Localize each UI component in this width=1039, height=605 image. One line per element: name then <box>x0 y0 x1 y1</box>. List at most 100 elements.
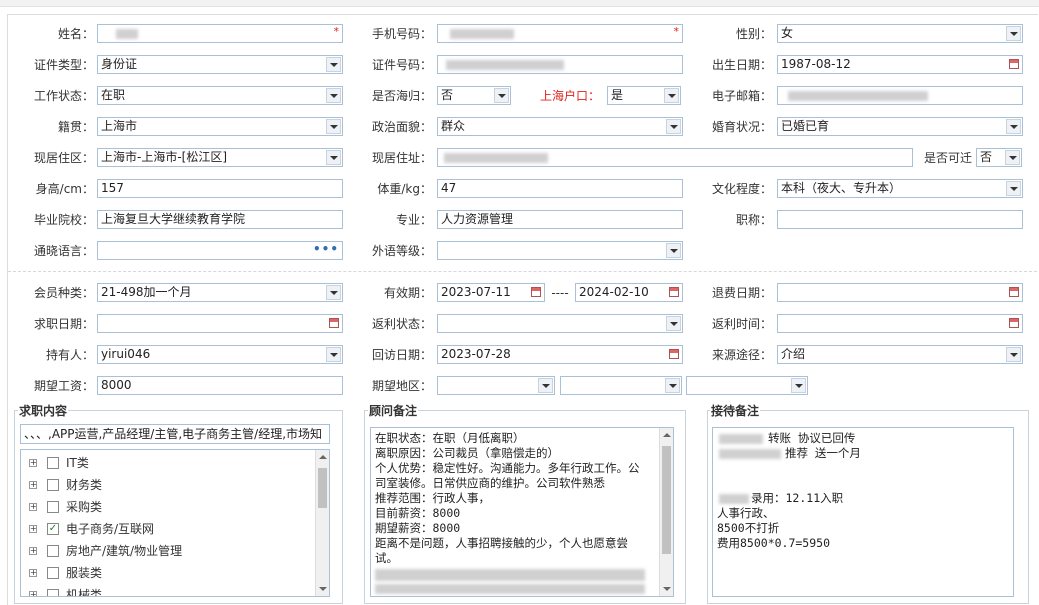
job-date-label: 求职日期： <box>33 317 94 331</box>
rebate-status-select[interactable] <box>437 314 683 333</box>
chevron-down-icon[interactable] <box>538 378 553 393</box>
expand-icon[interactable]: + <box>29 591 37 596</box>
name-input[interactable]: * <box>97 24 343 43</box>
region-city-select[interactable] <box>560 376 682 395</box>
calendar-icon[interactable] <box>669 287 679 297</box>
school-input[interactable]: 上海复旦大学继续教育学院 <box>97 210 343 229</box>
job-content-title: 求职内容 <box>18 404 69 418</box>
native-select[interactable]: 上海市 <box>97 117 343 136</box>
source-select[interactable]: 介绍 <box>777 345 1023 364</box>
expand-icon[interactable]: + <box>29 525 37 533</box>
chevron-down-icon[interactable] <box>664 88 679 103</box>
height-input[interactable]: 157 <box>97 179 343 198</box>
job-date-input[interactable] <box>97 314 343 333</box>
job-summary-field[interactable]: 、、、,APP运营,产品经理/主管,电子商务主管/经理,市场知 <box>20 424 330 444</box>
relocate-select[interactable]: 否 <box>976 148 1022 167</box>
note-line: 个人优势：稳定性好。沟通能力。多年行政工作。公 <box>375 461 640 475</box>
foreign-level-select[interactable] <box>437 241 683 260</box>
calendar-icon[interactable] <box>531 287 541 297</box>
returnee-select[interactable]: 否 <box>437 86 511 105</box>
address-input[interactable] <box>437 148 913 167</box>
title-input[interactable] <box>777 210 1023 229</box>
region-province-select[interactable] <box>437 376 555 395</box>
expand-icon[interactable]: + <box>29 459 37 467</box>
mobile-input[interactable]: * <box>437 24 683 43</box>
top-bar <box>0 0 1039 7</box>
checkbox-checked[interactable]: ✓ <box>47 523 59 535</box>
chevron-down-icon[interactable] <box>1006 26 1021 41</box>
marital-select[interactable]: 已婚已育 <box>777 117 1023 136</box>
gender-select[interactable]: 女 <box>777 24 1023 43</box>
scroll-up-icon[interactable] <box>663 433 671 437</box>
refund-date-input[interactable] <box>777 283 1023 302</box>
expand-icon[interactable]: + <box>29 503 37 511</box>
chevron-down-icon[interactable] <box>1006 347 1021 362</box>
work-status-select[interactable]: 在职 <box>97 86 343 105</box>
checkbox[interactable] <box>47 545 59 557</box>
expand-icon[interactable]: + <box>29 481 37 489</box>
birth-date-input[interactable]: 1987-08-12 <box>777 55 1023 74</box>
checkbox[interactable] <box>47 501 59 513</box>
sh-hukou-select[interactable]: 是 <box>607 86 681 105</box>
scroll-down-icon[interactable] <box>663 587 671 591</box>
scroll-thumb[interactable] <box>662 446 671 554</box>
chevron-down-icon[interactable] <box>326 150 341 165</box>
calendar-icon[interactable] <box>329 318 339 328</box>
region-district-select[interactable] <box>686 376 808 395</box>
holder-select[interactable]: yirui046 <box>97 345 343 364</box>
rebate-time-input[interactable] <box>777 314 1023 333</box>
checkbox[interactable] <box>47 567 59 579</box>
chevron-down-icon[interactable] <box>666 243 681 258</box>
salary-input[interactable]: 8000 <box>97 376 343 395</box>
visit-date-input[interactable]: 2023-07-28 <box>437 345 683 364</box>
valid-start-input[interactable]: 2023-07-11 <box>437 283 545 302</box>
job-category-tree[interactable]: + IT类 + 财务类 + 采购类 + ✓ 电子商务/互联网 + 房地产/建筑/… <box>20 449 330 597</box>
political-select[interactable]: 群众 <box>437 117 683 136</box>
member-type-value: 21-498加一个月 <box>101 285 192 299</box>
education-select[interactable]: 本科（夜大、专升本） <box>777 179 1023 198</box>
calendar-icon[interactable] <box>1009 287 1019 297</box>
calendar-icon[interactable] <box>1009 59 1019 69</box>
major-input[interactable]: 人力资源管理 <box>437 210 683 229</box>
valid-end-input[interactable]: 2024-02-10 <box>575 283 683 302</box>
residence-select[interactable]: 上海市-上海市-[松江区] <box>97 148 343 167</box>
member-type-select[interactable]: 21-498加一个月 <box>97 283 343 302</box>
chevron-down-icon[interactable] <box>326 88 341 103</box>
consultant-notes-textarea[interactable]: 在职状态：在职（月低离职） 离职原因：公司裁员（拿赔偿走的） 个人优势：稳定性好… <box>370 427 674 597</box>
expand-icon[interactable]: + <box>29 547 37 555</box>
expand-icon[interactable]: + <box>29 569 37 577</box>
chevron-down-icon[interactable] <box>326 57 341 72</box>
weight-input[interactable]: 47 <box>437 179 683 198</box>
chevron-down-icon[interactable] <box>326 285 341 300</box>
reception-notes-textarea[interactable]: 转账 协议已回传 推荐 送一个月 录用：12.11入职 人事行政、 8500不打… <box>712 427 1014 597</box>
checkbox[interactable] <box>47 589 59 596</box>
chevron-down-icon[interactable] <box>1005 150 1020 165</box>
more-icon[interactable]: ••• <box>313 242 339 257</box>
chevron-down-icon[interactable] <box>666 316 681 331</box>
checkbox[interactable] <box>47 457 59 469</box>
chevron-down-icon[interactable] <box>494 88 509 103</box>
id-type-select[interactable]: 身份证 <box>97 55 343 74</box>
chevron-down-icon[interactable] <box>326 347 341 362</box>
scroll-up-icon[interactable] <box>319 455 327 459</box>
chevron-down-icon[interactable] <box>1006 181 1021 196</box>
id-no-input[interactable] <box>437 55 683 74</box>
redacted-text <box>446 60 564 70</box>
note-line: 距离不是问题，人事招聘接触的少，个人也愿意尝 <box>375 536 628 550</box>
chevron-down-icon[interactable] <box>666 119 681 134</box>
chevron-down-icon[interactable] <box>665 378 680 393</box>
scroll-down-icon[interactable] <box>319 587 327 591</box>
chevron-down-icon[interactable] <box>791 378 806 393</box>
language-picker[interactable]: ••• <box>97 241 343 260</box>
email-input[interactable] <box>777 86 1023 105</box>
scroll-thumb[interactable] <box>318 468 327 508</box>
chevron-down-icon[interactable] <box>326 119 341 134</box>
calendar-icon[interactable] <box>1009 318 1019 328</box>
scrollbar[interactable] <box>315 450 329 596</box>
salary-label: 期望工资： <box>33 379 94 393</box>
chevron-down-icon[interactable] <box>1006 119 1021 134</box>
checkbox[interactable] <box>47 479 59 491</box>
scrollbar[interactable] <box>659 428 673 596</box>
redacted-text <box>788 91 928 101</box>
calendar-icon[interactable] <box>669 349 679 359</box>
